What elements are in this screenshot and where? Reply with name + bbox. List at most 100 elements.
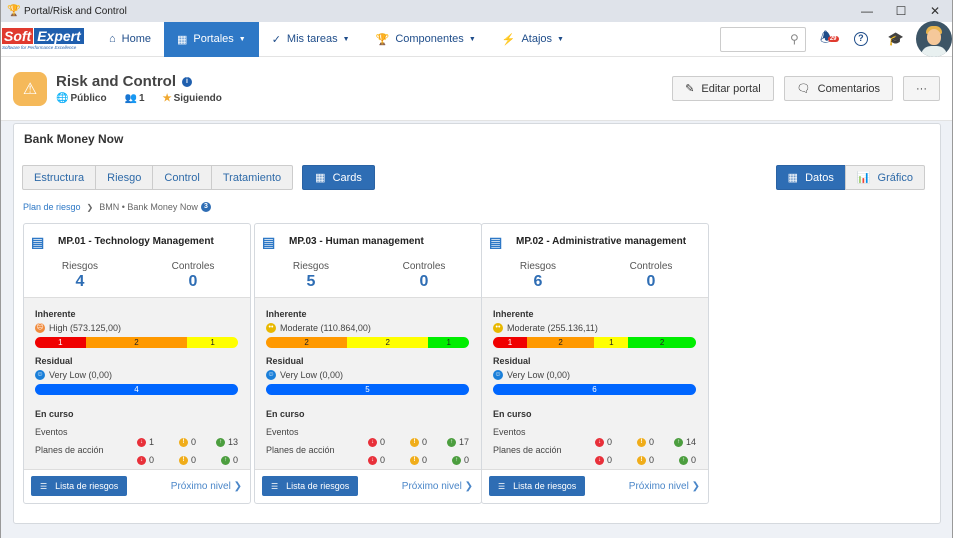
riesgos-label: Riesgos [519, 261, 557, 272]
planes-yellow-indicator[interactable]: ! 0 [179, 455, 196, 465]
nav-home[interactable]: ⌂ Home [96, 22, 164, 57]
bar-chart-icon: 📊 [856, 172, 871, 184]
logo-brand-a: Soft [2, 28, 34, 44]
bar-segment-yellow[interactable]: 2 [347, 337, 429, 348]
search-input[interactable]: ⚲ [719, 26, 806, 52]
members-count[interactable]: 👥 1 [125, 93, 145, 104]
edit-portal-label: Editar portal [701, 82, 761, 95]
riesgos-stat[interactable]: Riesgos 6 [498, 261, 578, 291]
exclamation-icon: ! [410, 455, 419, 465]
user-avatar[interactable] [916, 21, 952, 57]
residual-level: Very Low (0,00) [49, 370, 113, 380]
controles-stat[interactable]: Controles 0 [384, 261, 464, 291]
bar-segment-red[interactable]: 1 [493, 337, 527, 348]
following-label: Siguiendo [173, 93, 222, 104]
breadcrumb-root[interactable]: Plan de riesgo [23, 202, 81, 212]
maximize-button[interactable]: ☐ [884, 4, 918, 18]
bar-segment-green[interactable]: 1 [428, 337, 469, 348]
planes-red-indicator[interactable]: ↓ 0 [137, 455, 154, 465]
caret-down-icon: ▼ [468, 35, 476, 43]
nav-portales[interactable]: ▦ Portales ▼ [164, 21, 259, 57]
breadcrumb: Plan de riesgo ❯ BMN • Bank Money Now 3 [23, 202, 211, 212]
notifications-button[interactable]: 🕭 29 [820, 27, 840, 51]
lista-de-riesgos-button[interactable]: ☰ Lista de riesgos [262, 476, 359, 496]
card-title[interactable]: MP.01 - Technology Management [58, 236, 214, 247]
controles-label: Controles [171, 261, 215, 272]
residual-risk-bar: 6 [493, 384, 696, 395]
residual-level: Very Low (0,00) [280, 370, 344, 380]
planes-red-indicator[interactable]: ↓ 0 [595, 455, 612, 465]
datos-button[interactable]: ▦ Datos [775, 165, 846, 190]
controles-stat[interactable]: Controles 0 [153, 261, 233, 291]
bar-segment-yellow[interactable]: 1 [594, 337, 629, 348]
process-card: ▤ MP.02 - Administrative management Ries… [481, 223, 709, 504]
help-icon[interactable]: ? [853, 32, 868, 46]
nav-componentes[interactable]: 🏆 Componentes ▼ [363, 22, 489, 57]
tab-control[interactable]: Control [152, 165, 212, 190]
portal-header: ⚠ Risk and Control i 🌐 Público 👥 1 ★ Siguien… [1, 57, 952, 121]
minimize-button[interactable]: — [850, 4, 884, 18]
lista-de-riesgos-button[interactable]: ☰ Lista de riesgos [489, 476, 586, 496]
grid-icon: ▦ [315, 172, 326, 184]
process-icon: ▤ [489, 234, 503, 250]
graduation-cap-icon[interactable]: 🎓 [888, 31, 904, 47]
riesgos-label: Riesgos [292, 261, 330, 272]
nav-atajos[interactable]: ⚡ Atajos ▼ [489, 22, 577, 57]
planes-yellow-indicator[interactable]: ! 0 [410, 455, 427, 465]
proximo-nivel-link[interactable]: Próximo nivel ❯ [402, 481, 473, 492]
planes-row: Planes de acción ↓ 0! 0 ↑ 0 [266, 445, 469, 465]
tab-tratamiento[interactable]: Tratamiento [210, 165, 294, 190]
chevron-right-icon: ❯ [691, 481, 700, 492]
softexpert-logo[interactable]: Soft Expert Software for Performance Exce… [2, 24, 94, 54]
grafico-button[interactable]: 📊 Gráfico [844, 165, 925, 190]
planes-green-indicator[interactable]: ↑ 0 [221, 455, 238, 465]
bar-segment-orange[interactable]: 2 [526, 337, 595, 348]
controles-stat[interactable]: Controles 0 [611, 261, 691, 291]
close-button[interactable]: ✕ [918, 4, 952, 18]
lista-label: Lista de riesgos [513, 481, 577, 491]
inherente-heading: Inherente [35, 309, 76, 319]
lista-de-riesgos-button[interactable]: ☰ Lista de riesgos [31, 476, 128, 496]
residual-risk-bar: 5 [266, 384, 469, 395]
planes-label: Planes de acción [35, 445, 104, 455]
proximo-nivel-link[interactable]: Próximo nivel ❯ [629, 481, 700, 492]
eventos-row: Eventos ↓ 0! 0 ↑ 14 [493, 427, 696, 447]
globe-icon: 🌐 [56, 93, 69, 104]
nav-mis-tareas[interactable]: ✓ Mis tareas ▼ [259, 22, 363, 57]
comments-button[interactable]: 🗨 Comentarios [783, 76, 893, 101]
bar-segment-blue[interactable]: 5 [266, 384, 469, 395]
lista-label: Lista de riesgos [55, 481, 119, 491]
tab-riesgo[interactable]: Riesgo [95, 165, 154, 190]
card-title[interactable]: MP.03 - Human management [289, 236, 424, 247]
bar-segment-blue[interactable]: 6 [493, 384, 696, 395]
logo-brand-b: Expert [34, 28, 84, 44]
planes-green-indicator[interactable]: ↑ 0 [679, 455, 696, 465]
inherent-risk-bar: 221 [266, 337, 469, 348]
riesgos-stat[interactable]: Riesgos 5 [271, 261, 351, 291]
following-toggle[interactable]: ★ Siguiendo [163, 93, 222, 104]
window-title: Portal/Risk and Control [24, 5, 127, 17]
bar-segment-blue[interactable]: 4 [35, 384, 238, 395]
logo-tagline: Software for Performance Excellence [2, 45, 77, 50]
edit-portal-button[interactable]: ✎ Editar portal [672, 76, 774, 101]
notification-badge: 29 [827, 36, 839, 42]
planes-yellow-indicator[interactable]: ! 0 [637, 455, 654, 465]
search-icon[interactable]: ⚲ [790, 32, 799, 46]
bar-segment-yellow[interactable]: 1 [187, 337, 238, 348]
more-options-button[interactable]: ··· [903, 76, 940, 101]
bar-segment-red[interactable]: 1 [35, 337, 86, 348]
tab-cards[interactable]: ▦ Cards [302, 165, 375, 190]
tab-estructura[interactable]: Estructura [22, 165, 97, 190]
proximo-nivel-link[interactable]: Próximo nivel ❯ [171, 481, 242, 492]
info-icon[interactable]: i [182, 76, 193, 87]
planes-label: Planes de acción [266, 445, 335, 455]
planes-red-indicator[interactable]: ↓ 0 [368, 455, 385, 465]
planes-green-indicator[interactable]: ↑ 0 [452, 455, 469, 465]
next-label: Próximo nivel [628, 481, 689, 492]
bar-segment-orange[interactable]: 2 [266, 337, 348, 348]
card-title[interactable]: MP.02 - Administrative management [516, 236, 686, 247]
riesgos-stat[interactable]: Riesgos 4 [40, 261, 120, 291]
bar-segment-orange[interactable]: 2 [85, 337, 188, 348]
bar-segment-green[interactable]: 2 [628, 337, 696, 348]
planes-yellow-count: 0 [422, 455, 428, 465]
